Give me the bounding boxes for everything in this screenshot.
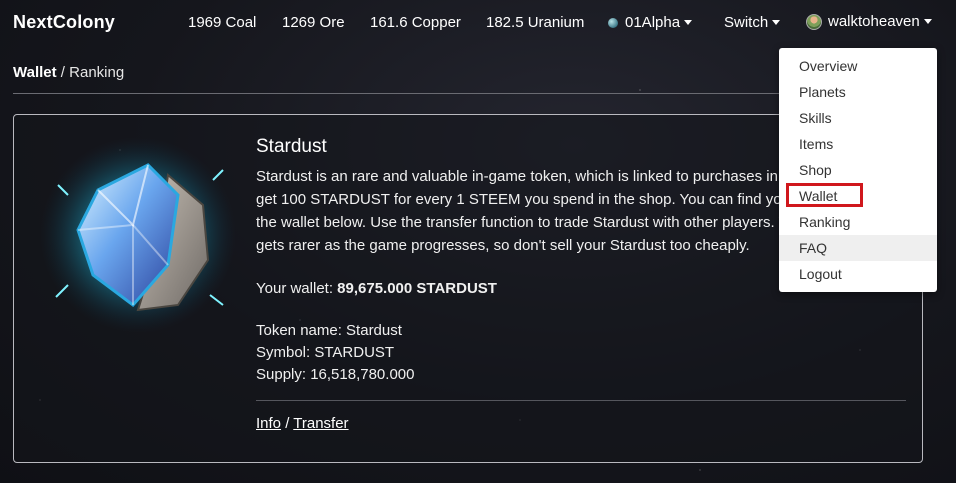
token-meta: Token name: Stardust Symbol: STARDUST Su… [256, 320, 906, 386]
menu-item-ranking[interactable]: Ranking [779, 209, 937, 235]
coal-count: 1969 Coal [188, 14, 257, 31]
user-menu-toggle[interactable]: walktoheaven [806, 13, 932, 30]
username: walktoheaven [828, 13, 920, 30]
planet-icon [608, 17, 618, 28]
avatar [806, 13, 822, 30]
breadcrumb: Wallet / Ranking [13, 64, 124, 81]
wallet-label: Your wallet: [256, 280, 338, 297]
ore-count: 1269 Ore [282, 14, 345, 31]
menu-item-logout[interactable]: Logout [779, 261, 937, 287]
chevron-down-icon [772, 20, 781, 25]
transfer-link[interactable]: Transfer [293, 415, 348, 432]
copper-count: 161.6 Copper [370, 14, 461, 31]
menu-item-faq[interactable]: FAQ [779, 235, 937, 261]
link-separator: / [281, 415, 294, 432]
switch-label: Switch [724, 14, 769, 31]
token-name: Token name: Stardust [256, 322, 402, 339]
breadcrumb-ranking[interactable]: Ranking [69, 64, 124, 81]
wallet-value: 89,675.000 STARDUST [337, 280, 497, 297]
menu-item-overview[interactable]: Overview [779, 53, 937, 79]
menu-item-items[interactable]: Items [779, 131, 937, 157]
divider [256, 400, 906, 401]
uranium-count: 182.5 Uranium [486, 14, 585, 31]
chevron-down-icon [923, 19, 932, 24]
menu-item-wallet[interactable]: Wallet [779, 183, 937, 209]
stardust-crystal-icon [40, 137, 236, 333]
switch-dropdown[interactable]: Switch [724, 14, 781, 31]
top-navbar: NextColony 1969 Coal 1269 Ore 161.6 Copp… [0, 0, 956, 44]
menu-item-skills[interactable]: Skills [779, 105, 937, 131]
token-links: Info / Transfer [256, 415, 349, 432]
chevron-down-icon [684, 20, 693, 25]
planet-selector[interactable]: 01Alpha [608, 14, 693, 31]
user-dropdown-menu: Overview Planets Skills Items Shop Walle… [779, 48, 937, 292]
menu-item-shop[interactable]: Shop [779, 157, 937, 183]
breadcrumb-separator: / [60, 64, 65, 81]
token-supply: Supply: 16,518,780.000 [256, 366, 415, 383]
planet-name: 01Alpha [625, 14, 681, 31]
brand-logo[interactable]: NextColony [13, 12, 115, 33]
info-link[interactable]: Info [256, 415, 281, 432]
highlight-box [786, 183, 863, 207]
menu-item-planets[interactable]: Planets [779, 79, 937, 105]
token-symbol: Symbol: STARDUST [256, 344, 395, 361]
breadcrumb-wallet[interactable]: Wallet [13, 64, 57, 81]
